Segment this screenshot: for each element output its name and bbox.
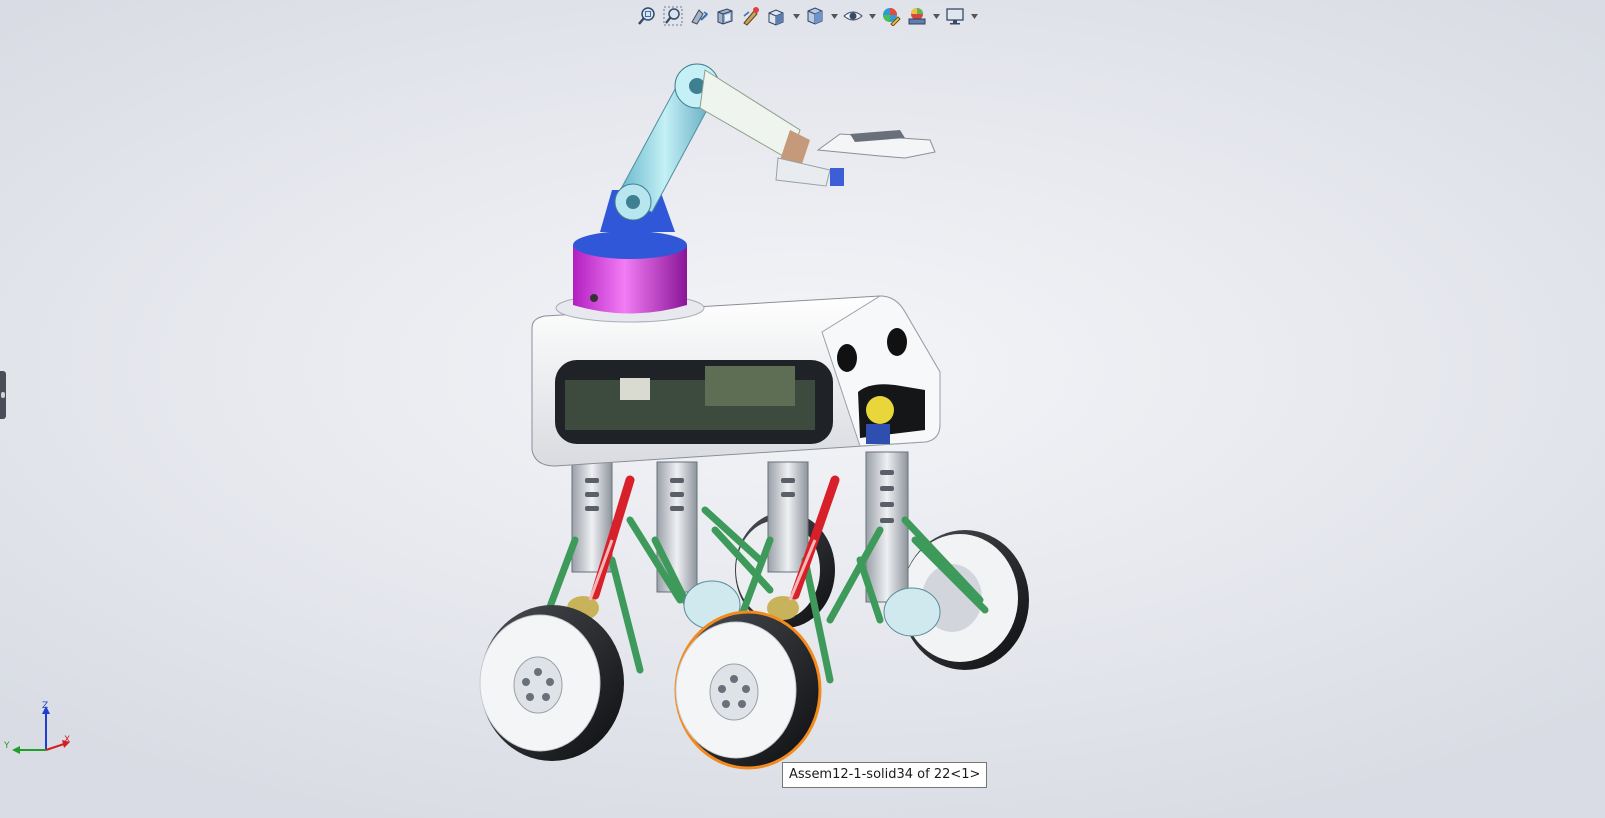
robotic-arm[interactable] <box>600 63 936 232</box>
arm-base-turret[interactable] <box>555 231 705 323</box>
graphics-area[interactable]: Z X Y Assem12-1-solid34 of 22<1> <box>0 0 1605 818</box>
y-axis-label: Y <box>4 741 10 751</box>
front-left-wheel[interactable] <box>479 605 624 761</box>
z-axis-label: Z <box>42 701 48 711</box>
chassis-body[interactable] <box>531 295 941 467</box>
x-axis-label: X <box>64 735 70 745</box>
robot-assembly-model[interactable] <box>0 0 1605 818</box>
coordinate-triad: Z X Y <box>4 701 70 754</box>
selection-tooltip: Assem12-1-solid34 of 22<1> <box>782 762 988 788</box>
front-right-wheel-selected[interactable] <box>674 610 822 770</box>
